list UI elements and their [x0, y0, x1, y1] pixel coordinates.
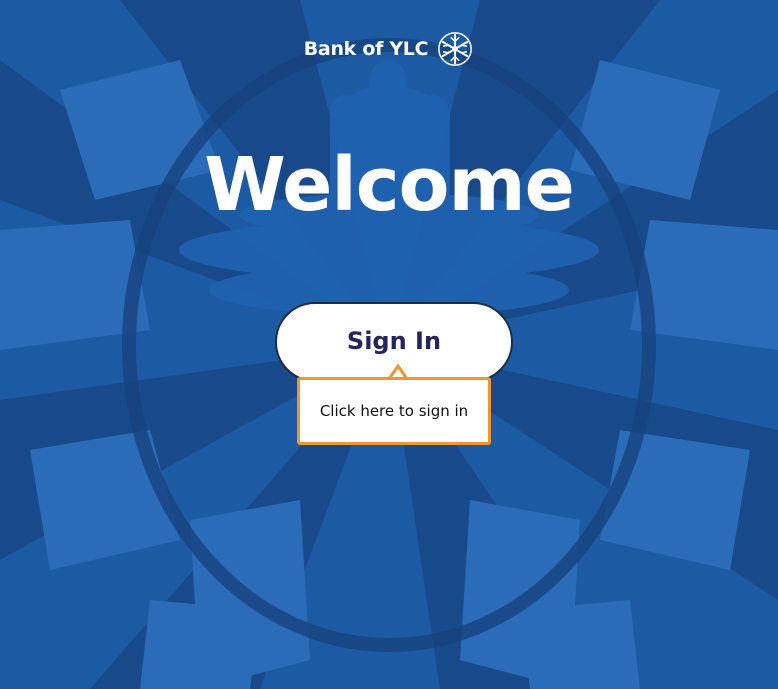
sign-in-tooltip: Click here to sign in: [297, 377, 491, 445]
snowflake-icon: [438, 32, 473, 66]
welcome-heading: Welcome: [204, 142, 575, 228]
brand-header: Bank of YLC: [0, 30, 778, 68]
sign-in-button-label: Sign In: [346, 327, 442, 355]
brand-name: Bank of YLC: [303, 38, 429, 60]
tooltip-text: Click here to sign in: [319, 402, 469, 420]
